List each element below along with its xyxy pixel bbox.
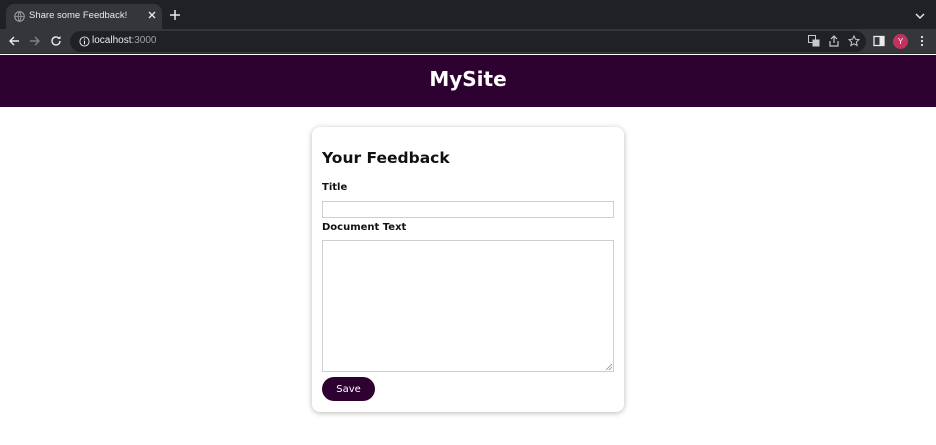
translate-icon[interactable]: [808, 35, 820, 47]
browser-toolbar: localhost:3000 Y: [0, 29, 936, 54]
side-panel-icon[interactable]: [873, 35, 885, 47]
site-header: MySite: [0, 55, 936, 107]
globe-icon: [14, 11, 25, 22]
profile-avatar[interactable]: Y: [893, 34, 908, 49]
chevron-down-icon[interactable]: [915, 12, 925, 20]
document-text-label: Document Text: [322, 222, 407, 233]
forward-arrow-icon[interactable]: [29, 35, 41, 47]
document-text-textarea[interactable]: [322, 240, 614, 372]
url-host: localhost: [92, 35, 132, 46]
save-button[interactable]: Save: [322, 377, 375, 401]
address-bar[interactable]: localhost:3000: [70, 31, 866, 52]
back-arrow-icon[interactable]: [8, 35, 20, 47]
info-icon[interactable]: [79, 36, 90, 47]
close-icon[interactable]: [147, 10, 157, 20]
tab-title: Share some Feedback!: [29, 10, 128, 21]
more-menu-icon[interactable]: [916, 35, 928, 47]
title-label: Title: [322, 182, 348, 193]
site-title: MySite: [429, 67, 507, 91]
new-tab-icon[interactable]: [170, 10, 180, 20]
reload-icon[interactable]: [50, 35, 62, 47]
url-text: localhost:3000: [92, 35, 157, 46]
star-icon[interactable]: [848, 35, 860, 47]
share-icon[interactable]: [828, 35, 840, 47]
feedback-form-card: Your Feedback Title Document Text Save: [312, 127, 624, 412]
browser-tab-strip: Share some Feedback!: [0, 0, 936, 29]
browser-tab[interactable]: Share some Feedback!: [6, 4, 162, 29]
title-input[interactable]: [322, 201, 614, 218]
url-port: :3000: [131, 35, 157, 46]
form-heading: Your Feedback: [322, 149, 450, 167]
resize-handle-icon[interactable]: [605, 363, 613, 371]
